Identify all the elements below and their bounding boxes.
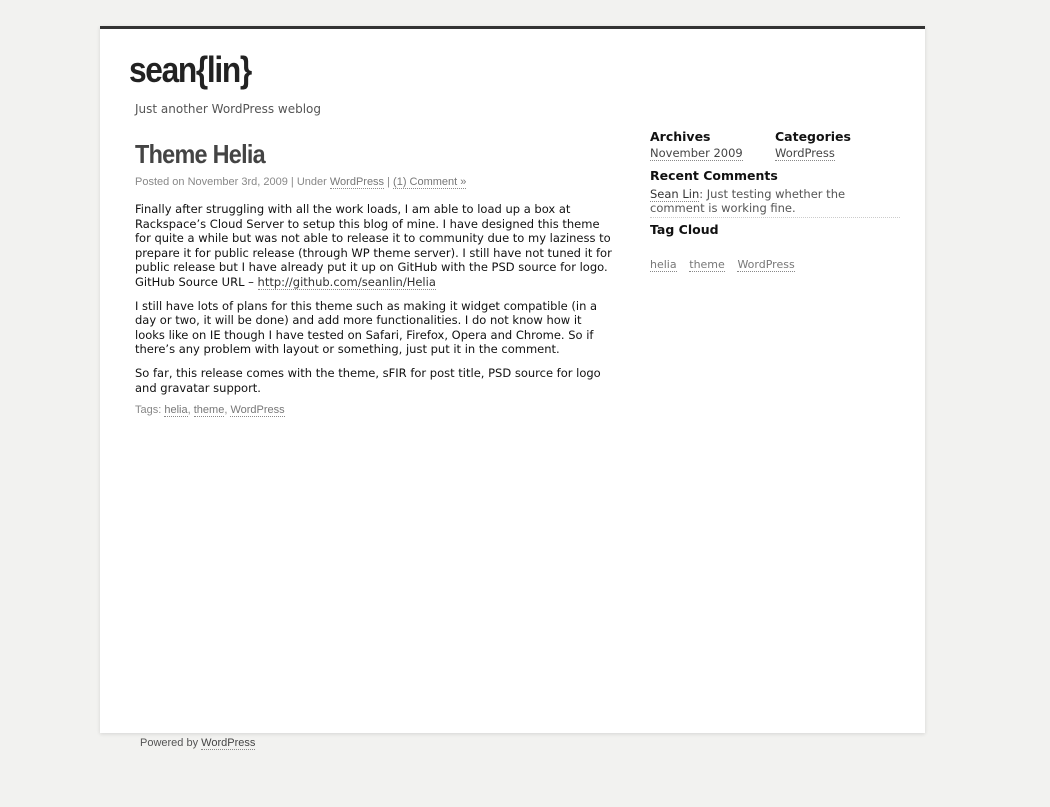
tag-cloud-theme[interactable]: theme [689, 258, 725, 272]
sidebar: Archives November 2009 Categories WordPr… [650, 129, 900, 272]
github-link[interactable]: http://github.com/seanlin/Helia [257, 274, 436, 290]
footer-wordpress-link[interactable]: WordPress [201, 737, 256, 750]
post: Theme Helia Posted on November 3rd, 2009… [135, 139, 615, 418]
footer-text: Powered by [140, 737, 202, 749]
archives-widget: Archives November 2009 [650, 129, 775, 161]
archive-link-november-2009[interactable]: November 2009 [650, 146, 743, 161]
post-paragraph: Finally after struggling with all the wo… [135, 202, 615, 290]
archives-categories-row: Archives November 2009 Categories WordPr… [650, 129, 900, 161]
tags-label: Tags: [135, 404, 165, 417]
post-category-link[interactable]: WordPress [329, 176, 385, 189]
tag-link-theme[interactable]: theme [193, 404, 225, 418]
meta-separator: | [384, 176, 394, 188]
tag-cloud-helia[interactable]: helia [650, 258, 677, 272]
categories-heading: Categories [775, 129, 851, 144]
footer: Powered by WordPress [140, 737, 256, 750]
recent-comments-heading: Recent Comments [650, 168, 778, 183]
categories-widget: Categories WordPress [775, 129, 851, 161]
post-body: Finally after struggling with all the wo… [135, 202, 615, 395]
comment-author-link[interactable]: Sean Lin [650, 187, 700, 202]
recent-comment-item: Sean Lin: Just testing whether the comme… [650, 187, 900, 218]
tag-cloud-heading: Tag Cloud [650, 222, 719, 237]
post-comments-link[interactable]: (1) Comment » [393, 176, 467, 189]
page-container: sean{lin} Just another WordPress weblog … [100, 26, 925, 733]
post-paragraph: I still have lots of plans for this them… [135, 298, 598, 357]
tag-separator: , [187, 404, 194, 417]
post-date: Posted on November 3rd, 2009 | Under [135, 176, 330, 188]
site-logo[interactable]: sean{lin} [129, 49, 252, 91]
tag-link-helia[interactable]: helia [164, 404, 188, 418]
tag-link-wordpress[interactable]: WordPress [230, 404, 285, 418]
category-link-wordpress[interactable]: WordPress [775, 146, 835, 161]
tag-cloud: helia theme WordPress [650, 257, 900, 272]
post-title[interactable]: Theme Helia [135, 139, 567, 170]
post-meta: Posted on November 3rd, 2009 | Under Wor… [135, 176, 615, 189]
post-tags: Tags: helia, theme, WordPress [135, 404, 615, 418]
site-tagline: Just another WordPress weblog [135, 102, 322, 116]
post-paragraph: So far, this release comes with the them… [135, 365, 601, 395]
archives-heading: Archives [650, 129, 711, 144]
tag-cloud-wordpress[interactable]: WordPress [737, 258, 795, 272]
